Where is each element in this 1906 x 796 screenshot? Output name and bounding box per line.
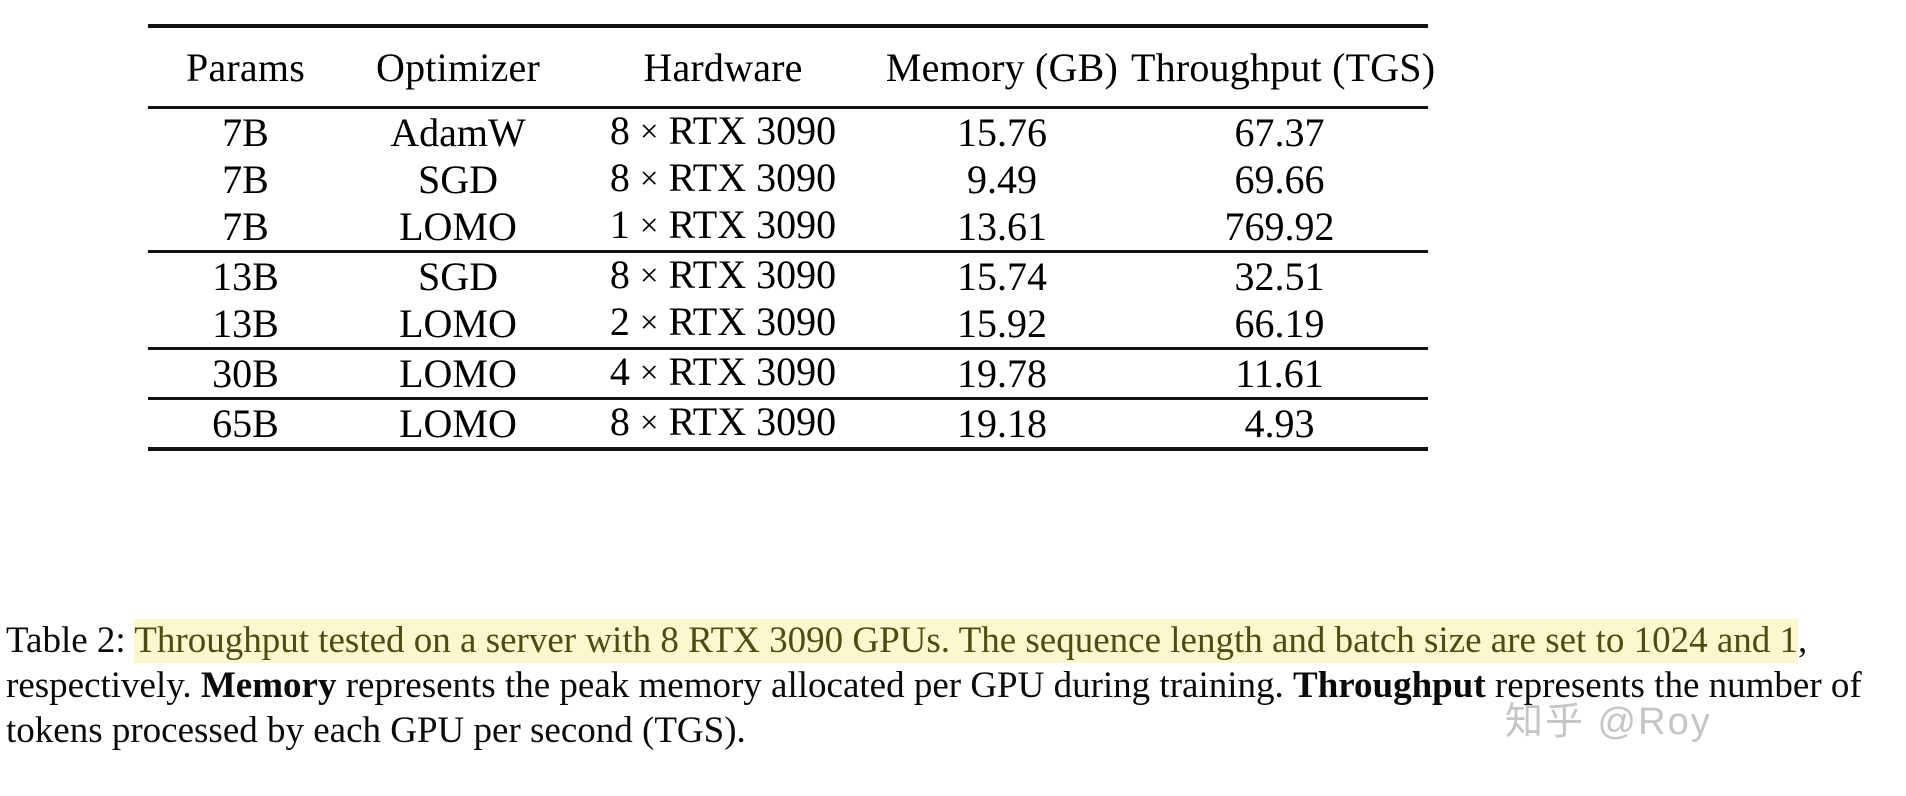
cell-params: 7B — [222, 109, 269, 155]
cell-optimizer: LOMO — [343, 347, 573, 399]
multiply-icon: × — [639, 305, 659, 341]
hardware-device: RTX 3090 — [668, 252, 837, 297]
cell-params: 65B — [148, 397, 343, 449]
column-header-optimizer: Optimizer — [343, 24, 573, 109]
multiply-icon: × — [639, 161, 659, 197]
cell-params: 7B — [222, 203, 269, 249]
cell-throughput: 32.51 — [1131, 250, 1428, 300]
table-row: 13B SGD 8 × RTX 3090 15.74 32.51 — [148, 250, 1428, 300]
hardware-device: RTX 3090 — [668, 108, 837, 153]
cell-hardware: 8 × RTX 3090 — [573, 108, 873, 157]
caption-highlighted-text: Throughput tested on a server with 8 RTX… — [134, 619, 1799, 663]
cell-throughput: 769.92 — [1224, 203, 1335, 249]
table-row: 7B AdamW 8 × RTX 3090 15.76 67.37 — [148, 108, 1428, 157]
multiply-icon: × — [639, 258, 659, 294]
cell-hardware: 2 × RTX 3090 — [573, 300, 873, 349]
multiply-icon: × — [639, 355, 659, 391]
cell-optimizer: AdamW — [390, 109, 526, 155]
multiply-icon: × — [639, 208, 659, 244]
cell-memory: 13.61 — [957, 203, 1047, 249]
cell-optimizer: LOMO — [399, 203, 517, 249]
cell-hardware: 1 × RTX 3090 — [573, 203, 873, 252]
cell-optimizer: SGD — [343, 250, 573, 300]
cell-params: 13B — [212, 300, 279, 346]
caption-label: Table 2: — [6, 620, 135, 661]
caption-bold-memory: Memory — [200, 665, 337, 706]
cell-memory: 15.74 — [873, 250, 1131, 300]
table-bottom-rule — [148, 447, 1428, 453]
cell-optimizer: SGD — [417, 156, 499, 202]
column-header-throughput: Throughput (TGS) — [1131, 24, 1435, 109]
hardware-device: RTX 3090 — [668, 299, 837, 344]
table-row: 7B LOMO 1 × RTX 3090 13.61 769.92 — [148, 203, 1428, 252]
hardware-count: 2 — [609, 299, 630, 344]
column-header-params: Params — [148, 24, 343, 109]
hardware-count: 8 — [609, 155, 630, 200]
cell-throughput: 69.66 — [1234, 156, 1325, 202]
caption-text-2: represents the peak memory allocated per… — [336, 665, 1294, 706]
hardware-count: 8 — [609, 252, 630, 297]
hardware-device: RTX 3090 — [668, 399, 837, 444]
hardware-device: RTX 3090 — [668, 155, 837, 200]
cell-memory: 15.92 — [957, 300, 1047, 346]
cell-hardware: 4 × RTX 3090 — [573, 347, 873, 399]
cell-throughput: 66.19 — [1234, 300, 1325, 346]
table-row: 13B LOMO 2 × RTX 3090 15.92 66.19 — [148, 300, 1428, 349]
cell-params: 30B — [148, 347, 343, 399]
table-caption: Table 2: Throughput tested on a server w… — [6, 618, 1902, 753]
column-header-hardware: Hardware — [573, 24, 873, 109]
cell-params: 13B — [148, 250, 343, 300]
table-row: 7B SGD 8 × RTX 3090 9.49 69.66 — [148, 156, 1428, 203]
multiply-icon: × — [639, 405, 659, 441]
hardware-device: RTX 3090 — [668, 202, 837, 247]
cell-memory: 15.76 — [957, 109, 1047, 155]
table-body: 7B AdamW 8 × RTX 3090 15.76 67.37 7B SGD… — [148, 108, 1428, 453]
column-header-memory: Memory (GB) — [873, 24, 1131, 109]
table-header: Params Optimizer Hardware Memory (GB) Th… — [148, 24, 1435, 109]
multiply-icon: × — [639, 114, 659, 150]
cell-hardware: 8 × RTX 3090 — [573, 250, 873, 300]
cell-memory: 9.49 — [967, 156, 1037, 202]
hardware-count: 8 — [609, 399, 630, 444]
table-row: 30B LOMO 4 × RTX 3090 19.78 11.61 — [148, 347, 1428, 399]
throughput-table: Params Optimizer Hardware Memory (GB) Th… — [148, 24, 1435, 453]
cell-throughput: 4.93 — [1131, 397, 1428, 449]
cell-memory: 19.18 — [873, 397, 1131, 449]
hardware-count: 8 — [609, 108, 630, 153]
caption-bold-throughput: Throughput — [1293, 665, 1486, 706]
table-row: 65B LOMO 8 × RTX 3090 19.18 4.93 — [148, 397, 1428, 449]
hardware-count: 1 — [609, 202, 630, 247]
cell-optimizer: LOMO — [399, 300, 517, 346]
cell-hardware: 8 × RTX 3090 — [573, 156, 873, 203]
cell-throughput: 67.37 — [1234, 109, 1325, 155]
table-container: Params Optimizer Hardware Memory (GB) Th… — [148, 24, 1435, 453]
cell-params: 7B — [222, 156, 269, 202]
cell-memory: 19.78 — [873, 347, 1131, 399]
cell-throughput: 11.61 — [1131, 347, 1428, 399]
hardware-device: RTX 3090 — [668, 349, 837, 394]
table-header-row: Params Optimizer Hardware Memory (GB) Th… — [148, 24, 1435, 109]
hardware-count: 4 — [609, 349, 630, 394]
cell-hardware: 8 × RTX 3090 — [573, 397, 873, 449]
cell-optimizer: LOMO — [343, 397, 573, 449]
